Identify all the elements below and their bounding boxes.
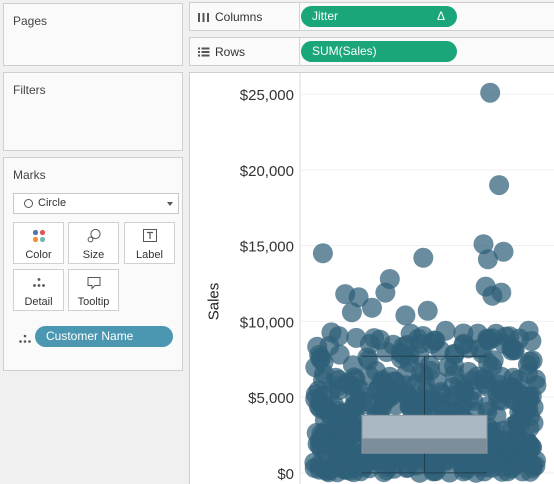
- customer-name-pill[interactable]: Customer Name: [35, 326, 173, 347]
- label-label: Label: [136, 249, 163, 261]
- size-button[interactable]: Size: [68, 222, 119, 264]
- data-point[interactable]: [523, 397, 544, 418]
- text-label-icon: [125, 228, 174, 244]
- data-point[interactable]: [314, 398, 334, 419]
- data-point[interactable]: [410, 362, 431, 383]
- chart-view[interactable]: Sales $0 $5,000 $10,000 $15,000 $20,000 $25,0…: [189, 72, 554, 484]
- data-point[interactable]: [491, 456, 512, 477]
- data-point[interactable]: [329, 432, 350, 453]
- rows-icon: [197, 45, 210, 63]
- data-point[interactable]: [391, 348, 412, 369]
- data-point[interactable]: [313, 370, 333, 390]
- data-point[interactable]: [522, 350, 543, 371]
- data-point[interactable]: [358, 350, 379, 371]
- mark-type-value: Circle: [38, 197, 67, 209]
- color-icon: [14, 228, 63, 244]
- data-point[interactable]: [504, 340, 525, 361]
- size-label: Size: [82, 249, 105, 261]
- detail-dots-icon: [17, 332, 33, 350]
- detail-label: Detail: [24, 296, 53, 308]
- data-point[interactable]: [400, 323, 421, 344]
- data-point[interactable]: [480, 82, 501, 103]
- data-point[interactable]: [359, 458, 380, 479]
- data-point[interactable]: [486, 405, 507, 426]
- data-point[interactable]: [494, 382, 515, 403]
- box-upper-half: [361, 414, 488, 440]
- pages-title: Pages: [13, 14, 48, 28]
- data-point[interactable]: [312, 243, 333, 264]
- data-point[interactable]: [477, 249, 498, 270]
- data-point[interactable]: [396, 458, 417, 478]
- data-point[interactable]: [422, 333, 443, 354]
- pages-card: Pages: [3, 3, 183, 66]
- table-calc-delta-icon: Δ: [436, 9, 445, 23]
- shelf-divider: [299, 3, 300, 30]
- data-point[interactable]: [489, 175, 510, 196]
- data-point[interactable]: [525, 369, 546, 390]
- filters-title: Filters: [13, 83, 46, 97]
- marks-title: Marks: [13, 168, 46, 182]
- y-tick-label: $10,000: [240, 314, 294, 331]
- data-point[interactable]: [310, 347, 331, 368]
- data-point[interactable]: [341, 302, 362, 323]
- data-point[interactable]: [329, 344, 350, 365]
- circle-icon: [24, 199, 33, 208]
- customer-name-pill-label: Customer Name: [46, 329, 134, 343]
- data-point[interactable]: [430, 382, 451, 402]
- y-tick-label: $0: [277, 466, 294, 483]
- data-point[interactable]: [304, 458, 325, 478]
- detail-button[interactable]: Detail: [13, 269, 64, 311]
- color-button[interactable]: Color: [13, 222, 64, 264]
- columns-label: Columns: [215, 10, 263, 24]
- data-point[interactable]: [491, 282, 512, 303]
- data-point[interactable]: [359, 392, 380, 413]
- data-point[interactable]: [375, 282, 396, 303]
- data-point[interactable]: [362, 297, 382, 318]
- shelf-divider: [299, 38, 300, 65]
- mark-type-dropdown[interactable]: Circle: [13, 193, 179, 214]
- color-label: Color: [25, 249, 52, 261]
- data-point[interactable]: [385, 395, 406, 416]
- detail-icon: [14, 275, 63, 291]
- data-point[interactable]: [321, 322, 342, 343]
- tooltip-button[interactable]: Tooltip: [68, 269, 119, 311]
- scatter-box-plot[interactable]: $0 $5,000 $10,000 $15,000 $20,000 $25,000: [190, 73, 554, 484]
- sum-sales-pill[interactable]: SUM(Sales): [301, 41, 457, 62]
- columns-shelf[interactable]: Columns Jitter Δ: [189, 2, 554, 31]
- box-lower-half: [361, 438, 488, 454]
- data-point[interactable]: [395, 305, 416, 326]
- y-tick-label: $25,000: [240, 87, 294, 104]
- y-tick-label: $15,000: [240, 239, 294, 256]
- y-tick-label: $5,000: [248, 390, 294, 407]
- jitter-pill-label: Jitter: [312, 9, 339, 23]
- jitter-pill[interactable]: Jitter Δ: [301, 6, 457, 27]
- label-button[interactable]: Label: [124, 222, 175, 264]
- sum-sales-pill-label: SUM(Sales): [312, 44, 377, 58]
- chevron-down-icon: [167, 202, 173, 206]
- data-point[interactable]: [417, 300, 438, 321]
- data-point[interactable]: [379, 366, 400, 387]
- data-point[interactable]: [444, 343, 465, 364]
- data-point[interactable]: [462, 380, 483, 401]
- tooltip-label: Tooltip: [77, 296, 110, 308]
- data-point[interactable]: [340, 457, 361, 478]
- marks-card: Marks Circle Color Size Label Detail Too…: [3, 157, 183, 371]
- rows-label: Rows: [215, 45, 246, 59]
- columns-icon: [197, 10, 210, 28]
- tooltip-icon: [69, 275, 118, 291]
- size-icon: [69, 228, 118, 244]
- filters-card[interactable]: Filters: [3, 72, 183, 151]
- y-tick-label: $20,000: [240, 163, 294, 180]
- data-point[interactable]: [413, 247, 434, 268]
- rows-shelf[interactable]: Rows SUM(Sales): [189, 37, 554, 66]
- data-point[interactable]: [453, 323, 474, 344]
- data-point[interactable]: [483, 350, 504, 371]
